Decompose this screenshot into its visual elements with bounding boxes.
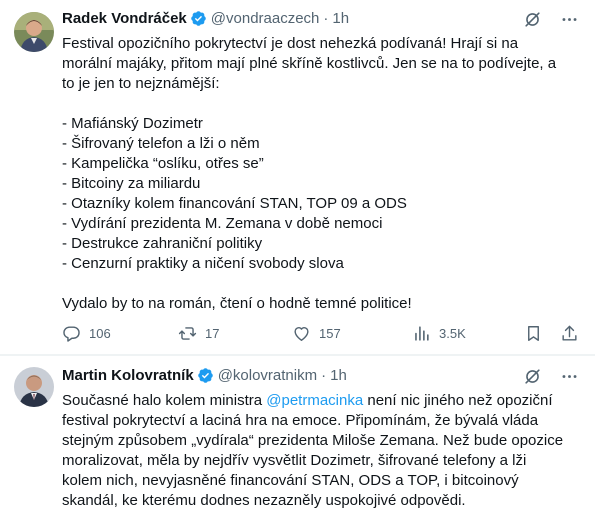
- tweet-2-header-icons: [523, 367, 579, 386]
- more-icon[interactable]: [560, 10, 579, 29]
- text-line: festival pokrytectví a laciná hra na emo…: [62, 412, 539, 429]
- avatar-radek[interactable]: [14, 12, 54, 52]
- text-line: to je jen to nejznámější:: [62, 75, 220, 92]
- avatar-photo-icon: [14, 12, 54, 52]
- list-item: - Šifrovaný telefon a lži o něm: [62, 135, 260, 152]
- text-line: kolem nich, nevyjasněné financování STAN…: [62, 472, 519, 489]
- list-item: - Cenzurní praktiky a ničení svobody slo…: [62, 255, 344, 272]
- repost-count: 17: [205, 325, 220, 341]
- author-name[interactable]: Radek Vondráček: [62, 10, 187, 27]
- separator: ·: [323, 9, 329, 27]
- views-button[interactable]: 3.5K: [412, 322, 466, 344]
- divider: [0, 355, 595, 356]
- tweet-1-content: Radek Vondráček @vondraaczech · 1h Festi…: [62, 8, 581, 314]
- reply-count: 106: [89, 325, 111, 341]
- share-button[interactable]: [560, 322, 579, 344]
- text-line: moralizovat, měla by nejdřív vysvětlit D…: [62, 452, 527, 469]
- list-item: - Mafiánský Dozimetr: [62, 115, 203, 132]
- text-line: Současné halo kolem ministra @petrmacink…: [62, 391, 581, 411]
- separator: ·: [321, 366, 327, 384]
- list-item: - Kampelička “oslíku, otřes se”: [62, 155, 264, 172]
- author-name[interactable]: Martin Kolovratník: [62, 367, 194, 384]
- views-icon: [415, 325, 429, 341]
- verified-badge-icon: [191, 10, 206, 26]
- tweet-1-text: Festival opozičního pokrytectví je dost …: [62, 34, 581, 314]
- tweet-2-content: Martin Kolovratník @kolovratnikm · 1h So…: [62, 365, 581, 511]
- tweet-1-header: Radek Vondráček @vondraaczech · 1h: [62, 8, 581, 28]
- tweet-1-actions: 106 17 157 3.5K: [62, 322, 582, 344]
- tweet-1-header-icons: [523, 10, 579, 29]
- like-icon: [294, 326, 309, 341]
- share-icon: [562, 325, 577, 341]
- views-count: 3.5K: [439, 325, 466, 341]
- list-item: - Otazníky kolem financování STAN, TOP 0…: [62, 195, 407, 212]
- text-segment: není nic jiného než opoziční: [363, 392, 553, 409]
- repost-icon: [178, 326, 197, 340]
- reply-icon: [63, 325, 80, 342]
- reply-button[interactable]: 106: [62, 322, 111, 344]
- text-line: stejným způsobem „vydírala“ prezidenta M…: [62, 432, 564, 449]
- text-line: Festival opozičního pokrytectví je dost …: [62, 35, 519, 52]
- bookmark-button[interactable]: [524, 322, 543, 344]
- repost-button[interactable]: 17: [178, 322, 219, 344]
- timestamp[interactable]: 1h: [330, 367, 347, 384]
- bookmark-icon: [528, 325, 539, 341]
- list-item: - Vydírání prezidenta M. Zemana v době n…: [62, 215, 383, 232]
- timestamp[interactable]: 1h: [332, 10, 349, 27]
- author-handle[interactable]: @vondraaczech: [211, 10, 320, 27]
- text-line: morální majáky, přitom mají plné skříně …: [62, 55, 557, 72]
- list-item: - Bitcoiny za miliardu: [62, 175, 201, 192]
- tweet-2-header: Martin Kolovratník @kolovratnikm · 1h: [62, 365, 581, 385]
- text-line: skandál, ke kterému dodnes nezazněly usp…: [62, 492, 466, 509]
- grok-icon[interactable]: [523, 367, 542, 386]
- like-button[interactable]: 157: [292, 322, 341, 344]
- verified-badge-icon: [197, 367, 213, 383]
- avatar-photo-icon: [14, 367, 54, 407]
- text-line: Vydalo by to na román, čtení o hodně tem…: [62, 295, 412, 312]
- avatar-martin[interactable]: [14, 367, 54, 407]
- grok-icon[interactable]: [523, 10, 542, 29]
- text-segment: Současné halo kolem ministra: [62, 392, 267, 409]
- list-item: - Destrukce zahraniční politiky: [62, 235, 263, 252]
- author-handle[interactable]: @kolovratnikm: [218, 367, 317, 384]
- more-icon[interactable]: [560, 367, 579, 386]
- like-count: 157: [319, 325, 341, 341]
- mention-link[interactable]: @petrmacinka: [266, 392, 363, 409]
- tweet-2-text: Současné halo kolem ministra @petrmacink…: [62, 391, 581, 511]
